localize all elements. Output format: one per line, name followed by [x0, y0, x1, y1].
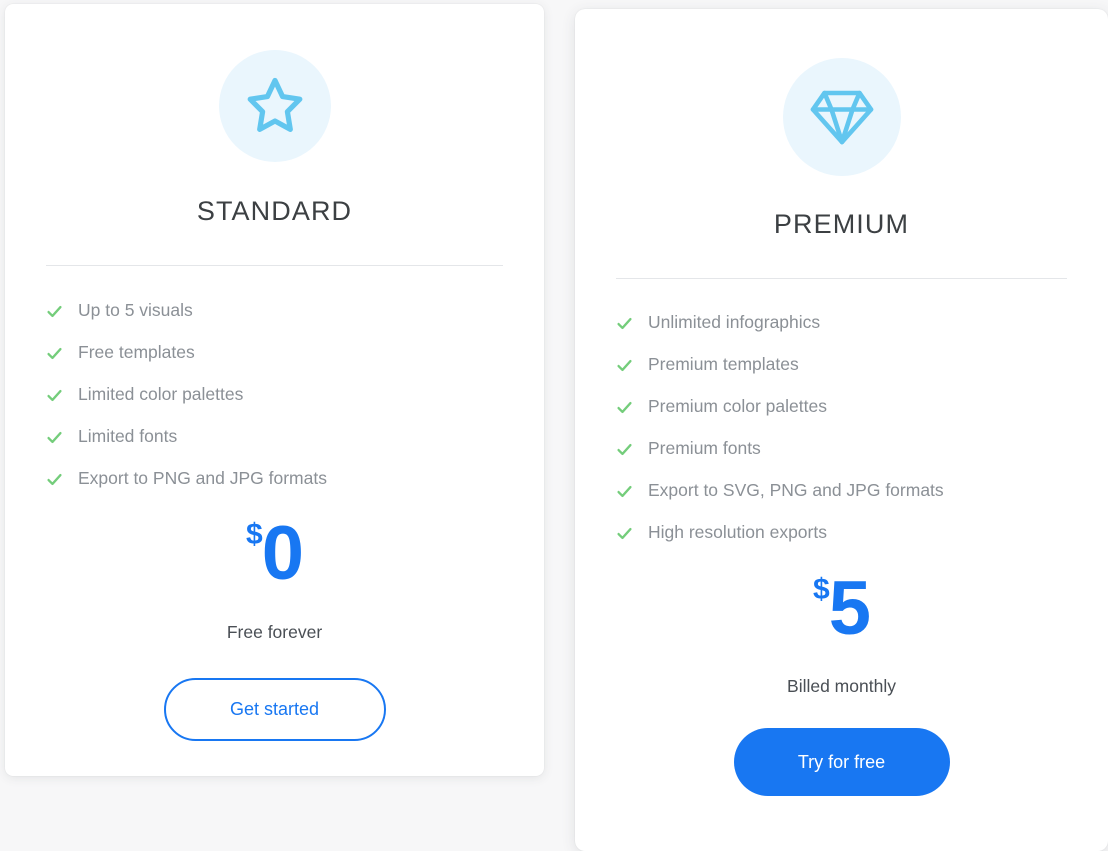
feature-item: High resolution exports [616, 512, 1078, 554]
plan-divider-premium [616, 278, 1067, 279]
feature-label: High resolution exports [648, 522, 827, 543]
diamond-icon [809, 86, 875, 148]
feature-label: Limited color palettes [78, 384, 244, 405]
plan-name-standard: STANDARD [196, 196, 353, 226]
feature-list-premium: Unlimited infographics Premium templates… [616, 302, 1078, 554]
plan-divider-standard [46, 265, 503, 266]
feature-item: Premium color palettes [616, 386, 1078, 428]
feature-item: Up to 5 visuals [46, 290, 514, 332]
check-icon [617, 527, 632, 539]
price-amount: 0 [261, 511, 304, 596]
feature-item: Unlimited infographics [616, 302, 1078, 344]
star-icon [244, 76, 306, 136]
feature-label: Premium templates [648, 354, 799, 375]
price-currency: $ [813, 573, 830, 606]
plan-name-premium: PREMIUM [773, 209, 910, 239]
check-icon [47, 389, 62, 401]
plan-card-standard[interactable]: STANDARD Up to 5 visuals Free templates [5, 4, 544, 776]
plan-icon-badge-standard [218, 50, 331, 162]
feature-label: Limited fonts [78, 426, 178, 447]
feature-label: Export to SVG, PNG and JPG formats [648, 480, 944, 501]
get-started-label: Get started [229, 699, 320, 719]
feature-list-standard: Up to 5 visuals Free templates Limited c… [46, 290, 514, 500]
plan-card-premium-inner: PREMIUM Unlimited infographics Premium t… [575, 9, 1108, 851]
feature-item: Limited fonts [46, 416, 514, 458]
price-note-standard: Free forever [226, 622, 323, 642]
check-icon [617, 443, 632, 455]
feature-label: Up to 5 visuals [78, 300, 193, 321]
feature-item: Export to SVG, PNG and JPG formats [616, 470, 1078, 512]
plan-card-premium[interactable]: PREMIUM Unlimited infographics Premium t… [575, 9, 1108, 851]
feature-label: Premium color palettes [648, 396, 827, 417]
check-icon [617, 401, 632, 413]
check-icon [47, 347, 62, 359]
price-note-premium: Billed monthly [787, 676, 896, 696]
feature-item: Premium fonts [616, 428, 1078, 470]
check-icon [617, 359, 632, 371]
price-premium: $5 [575, 571, 1108, 647]
price-standard: $0 [5, 516, 544, 592]
plan-icon-badge-premium [782, 58, 901, 176]
try-for-free-label: Try for free [797, 751, 886, 772]
get-started-button[interactable]: Get started [163, 678, 386, 741]
check-icon [617, 485, 632, 497]
feature-label: Free templates [78, 342, 195, 363]
feature-item: Export to PNG and JPG formats [46, 458, 514, 500]
check-icon [47, 305, 62, 317]
feature-item: Premium templates [616, 344, 1078, 386]
check-icon [47, 473, 62, 485]
feature-item: Limited color palettes [46, 374, 514, 416]
check-icon [617, 317, 632, 329]
try-for-free-button[interactable]: Try for free [733, 728, 950, 796]
price-amount: 5 [828, 566, 871, 651]
check-icon [47, 431, 62, 443]
price-currency: $ [246, 518, 263, 551]
plan-card-standard-inner: STANDARD Up to 5 visuals Free templates [5, 4, 544, 776]
feature-label: Export to PNG and JPG formats [78, 468, 327, 489]
pricing-plans-container: STANDARD Up to 5 visuals Free templates [0, 0, 1108, 851]
feature-label: Premium fonts [648, 438, 761, 459]
feature-label: Unlimited infographics [648, 312, 821, 333]
feature-item: Free templates [46, 332, 514, 374]
